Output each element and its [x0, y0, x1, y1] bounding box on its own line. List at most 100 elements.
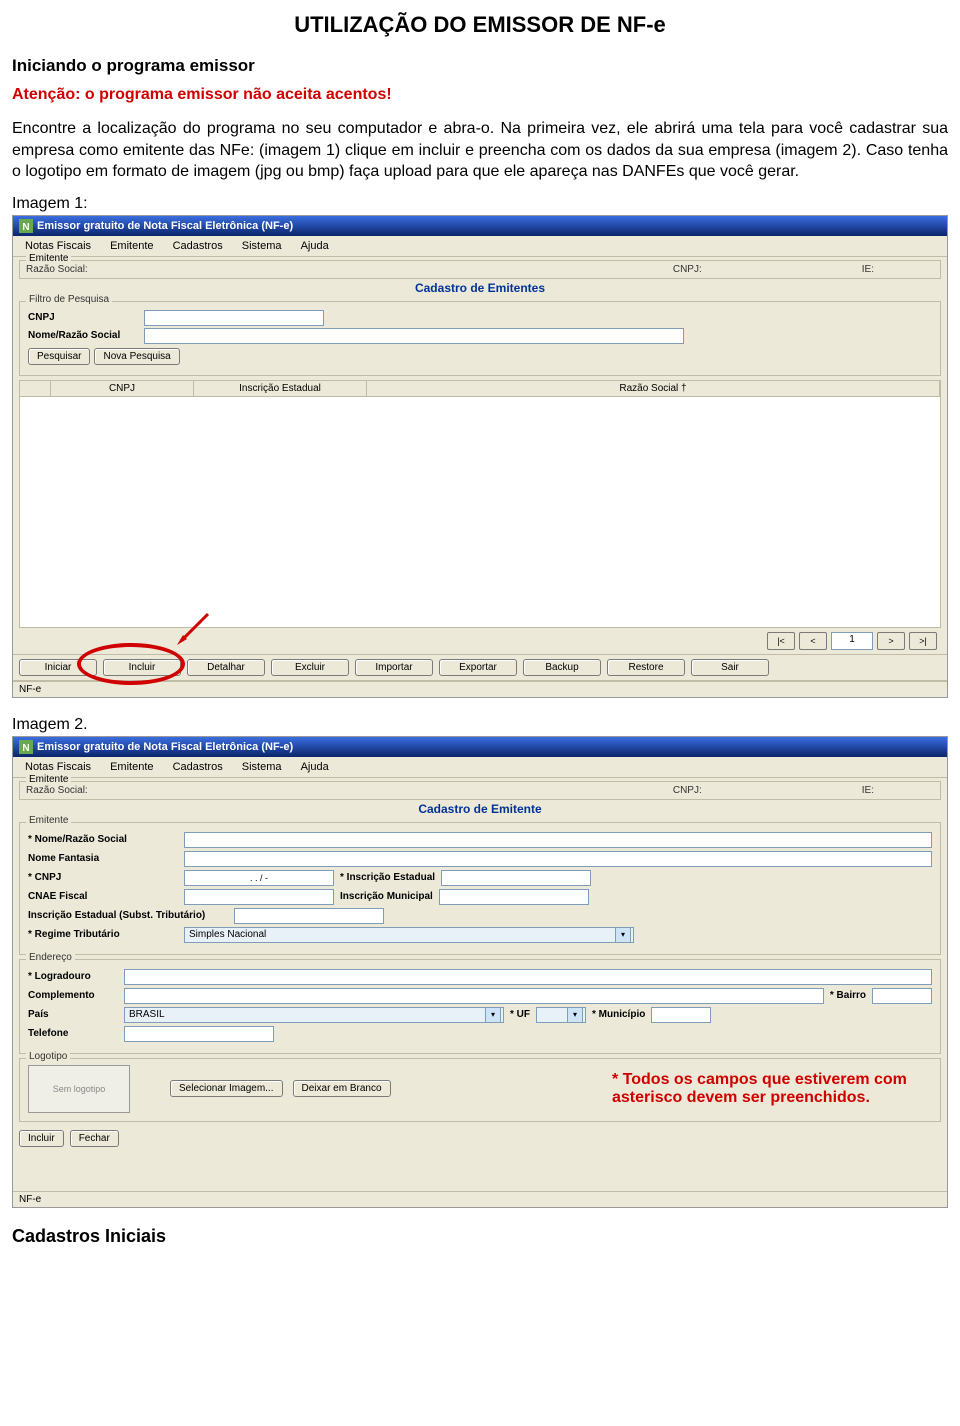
label-nome-filter: Nome/Razão Social: [28, 330, 138, 341]
status-bar-2: NF-e: [13, 1191, 947, 1207]
emitente-bar: Emitente Razão Social: CNPJ: IE:: [19, 260, 941, 279]
pesquisar-button[interactable]: Pesquisar: [28, 348, 90, 365]
telefone-input[interactable]: [124, 1026, 274, 1042]
excluir-button[interactable]: Excluir: [271, 659, 349, 676]
menu-item[interactable]: Notas Fiscais: [17, 238, 99, 254]
col-ie[interactable]: Inscrição Estadual: [194, 381, 367, 396]
incluir-button[interactable]: Incluir: [103, 659, 181, 676]
window-title: Emissor gratuito de Nota Fiscal Eletrôni…: [37, 220, 293, 232]
pager-next[interactable]: >: [877, 632, 905, 650]
label-nome-razao: * Nome/Razão Social: [28, 834, 178, 845]
bairro-input[interactable]: [872, 988, 932, 1004]
backup-button[interactable]: Backup: [523, 659, 601, 676]
doc-title: UTILIZAÇÃO DO EMISSOR DE NF-e: [12, 12, 948, 38]
cnpj-input-form[interactable]: . . / -: [184, 870, 334, 886]
app-icon: N: [19, 219, 33, 233]
screenshot-image2: N Emissor gratuito de Nota Fiscal Eletrô…: [12, 736, 948, 1208]
label-razao: Razão Social:: [26, 785, 88, 796]
uf-select[interactable]: ▾: [536, 1007, 586, 1023]
chevron-down-icon: ▾: [485, 1007, 501, 1023]
label-uf: * UF: [510, 1009, 530, 1020]
emitente-bar-2: Emitente Razão Social: CNPJ: IE:: [19, 781, 941, 800]
ie-st-input[interactable]: [234, 908, 384, 924]
municipio-input[interactable]: [651, 1007, 711, 1023]
label-cnae: CNAE Fiscal: [28, 891, 178, 902]
fantasia-input[interactable]: [184, 851, 932, 867]
menu-item[interactable]: Cadastros: [165, 238, 231, 254]
pager-page[interactable]: 1: [831, 632, 873, 650]
detalhar-button[interactable]: Detalhar: [187, 659, 265, 676]
sair-button[interactable]: Sair: [691, 659, 769, 676]
label-razao: Razão Social:: [26, 264, 88, 275]
menu-item[interactable]: Ajuda: [293, 238, 337, 254]
chevron-down-icon: ▾: [615, 927, 631, 943]
filter-group: Filtro de Pesquisa CNPJ Nome/Razão Socia…: [19, 301, 941, 376]
complemento-input[interactable]: [124, 988, 824, 1004]
endereco-legend: Endereço: [26, 952, 75, 963]
menu-item[interactable]: Cadastros: [165, 759, 231, 775]
intro-heading: Iniciando o programa emissor: [12, 56, 948, 76]
incluir-button-2[interactable]: Incluir: [19, 1130, 64, 1147]
menubar-2: Notas Fiscais Emitente Cadastros Sistema…: [13, 757, 947, 778]
restore-button[interactable]: Restore: [607, 659, 685, 676]
window-title: Emissor gratuito de Nota Fiscal Eletrôni…: [37, 741, 293, 753]
col-cnpj[interactable]: CNPJ: [51, 381, 194, 396]
regime-select[interactable]: Simples Nacional ▾: [184, 927, 634, 943]
cnpj-input[interactable]: [144, 310, 324, 326]
window-titlebar: N Emissor gratuito de Nota Fiscal Eletrô…: [13, 216, 947, 236]
select-image-button[interactable]: Selecionar Imagem...: [170, 1080, 283, 1097]
label-telefone: Telefone: [28, 1028, 118, 1039]
menubar: Notas Fiscais Emitente Cadastros Sistema…: [13, 236, 947, 257]
label-fantasia: Nome Fantasia: [28, 853, 178, 864]
menu-item[interactable]: Emitente: [102, 238, 161, 254]
label-cnpj-form: * CNPJ: [28, 872, 178, 883]
col-razao[interactable]: Razão Social †: [367, 381, 940, 396]
menu-item[interactable]: Emitente: [102, 759, 161, 775]
label-cnpj: CNPJ:: [673, 264, 702, 275]
filter-legend: Filtro de Pesquisa: [26, 294, 112, 305]
menu-item[interactable]: Ajuda: [293, 759, 337, 775]
app-icon: N: [19, 740, 33, 754]
emitente-group: Emitente * Nome/Razão Social Nome Fantas…: [19, 822, 941, 955]
table-body: [19, 397, 941, 628]
label-ie: IE:: [862, 264, 874, 275]
status-bar: NF-e: [13, 681, 947, 697]
menu-item[interactable]: Notas Fiscais: [17, 759, 99, 775]
emitente-legend: Emitente: [26, 815, 71, 826]
pager-first[interactable]: |<: [767, 632, 795, 650]
menu-item[interactable]: Sistema: [234, 759, 290, 775]
pais-value: BRASIL: [129, 1009, 165, 1020]
label-regime: * Regime Tributário: [28, 929, 178, 940]
warning-text: Atenção: o programa emissor não aceita a…: [12, 86, 948, 104]
label-logradouro: * Logradouro: [28, 971, 118, 982]
logotipo-legend: Logotipo: [26, 1051, 70, 1062]
nome-input[interactable]: [144, 328, 684, 344]
fechar-button[interactable]: Fechar: [70, 1130, 119, 1147]
body-paragraph: Encontre a localização do programa no se…: [12, 118, 948, 183]
logradouro-input[interactable]: [124, 969, 932, 985]
endereco-group: Endereço * Logradouro Complemento * Bair…: [19, 959, 941, 1054]
label-im: Inscrição Municipal: [340, 891, 433, 902]
footer-heading: Cadastros Iniciais: [12, 1226, 948, 1247]
pais-select[interactable]: BRASIL ▾: [124, 1007, 504, 1023]
label-ie: IE:: [862, 785, 874, 796]
screenshot-image1: N Emissor gratuito de Nota Fiscal Eletrô…: [12, 215, 948, 698]
regime-value: Simples Nacional: [189, 929, 266, 940]
iniciar-button[interactable]: Iniciar: [19, 659, 97, 676]
pager-last[interactable]: >|: [909, 632, 937, 650]
label-ie-form: * Inscrição Estadual: [340, 872, 435, 883]
pager-prev[interactable]: <: [799, 632, 827, 650]
exportar-button[interactable]: Exportar: [439, 659, 517, 676]
menu-item[interactable]: Sistema: [234, 238, 290, 254]
cnae-input[interactable]: [184, 889, 334, 905]
nome-razao-input[interactable]: [184, 832, 932, 848]
importar-button[interactable]: Importar: [355, 659, 433, 676]
label-cnpj: CNPJ:: [673, 785, 702, 796]
logotipo-group: Logotipo Sem logotipo Selecionar Imagem.…: [19, 1058, 941, 1122]
ie-input[interactable]: [441, 870, 591, 886]
im-input[interactable]: [439, 889, 589, 905]
window-titlebar-2: N Emissor gratuito de Nota Fiscal Eletrô…: [13, 737, 947, 757]
leave-blank-button[interactable]: Deixar em Branco: [293, 1080, 391, 1097]
image1-label: Imagem 1:: [12, 195, 948, 213]
nova-pesquisa-button[interactable]: Nova Pesquisa: [94, 348, 179, 365]
